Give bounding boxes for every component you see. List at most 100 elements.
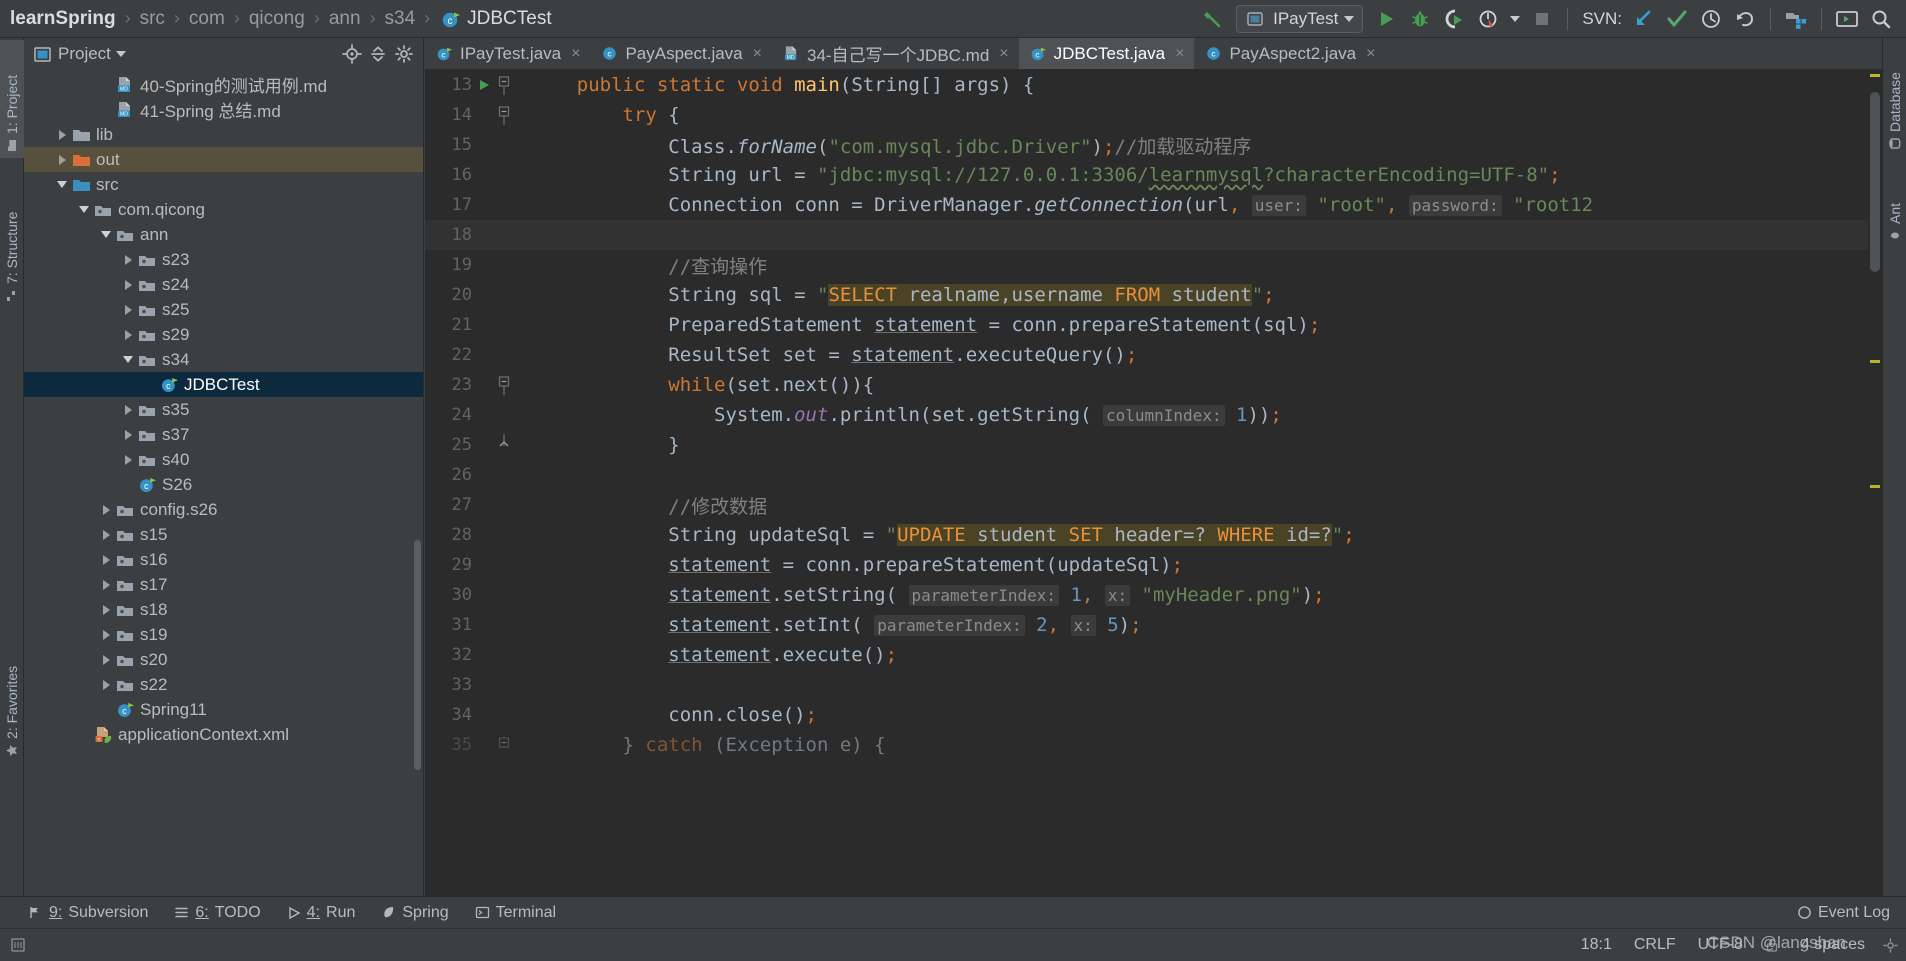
code-line[interactable]: 14 try {	[425, 100, 1882, 130]
gutter[interactable]: 16	[425, 160, 520, 190]
tree-node-com-qicong[interactable]: com.qicong	[24, 197, 423, 222]
code-line[interactable]: 26	[425, 460, 1882, 490]
code-line[interactable]: 33	[425, 670, 1882, 700]
chevron-right-icon[interactable]	[120, 272, 136, 297]
gutter[interactable]: 21	[425, 310, 520, 340]
svn-rollback-icon[interactable]	[1730, 4, 1760, 34]
code-line[interactable]: 19 //查询操作	[425, 250, 1882, 280]
gutter[interactable]: 23	[425, 370, 520, 400]
gutter[interactable]: 25	[425, 430, 520, 460]
chevron-right-icon[interactable]	[98, 597, 114, 622]
bottom-tool-event-log[interactable]: Event Log	[1797, 904, 1890, 922]
gutter[interactable]: 14	[425, 100, 520, 130]
analysis-marker-warning[interactable]	[1870, 360, 1880, 363]
terminal-icon[interactable]	[1832, 4, 1862, 34]
breadcrumb-item-project[interactable]: learnSpring	[8, 8, 118, 30]
tree-node-s16[interactable]: s16	[24, 547, 423, 572]
chevron-right-icon[interactable]	[120, 322, 136, 347]
tree-node-s19[interactable]: s19	[24, 622, 423, 647]
code-line[interactable]: 29 statement = conn.prepareStatement(upd…	[425, 550, 1882, 580]
tree-node-jdbctest[interactable]: c JDBCTest	[24, 372, 423, 397]
tab-jdbc-md[interactable]: MD 34-自己写一个JDBC.md ×	[772, 38, 1019, 69]
tree-node-s22[interactable]: s22	[24, 672, 423, 697]
gutter[interactable]: 24	[425, 400, 520, 430]
tree-node-src[interactable]: src	[24, 172, 423, 197]
gutter[interactable]: 32	[425, 640, 520, 670]
chevron-right-icon[interactable]	[120, 247, 136, 272]
code-editor[interactable]: 13 public static void main(String[] args…	[425, 70, 1882, 928]
close-icon[interactable]: ×	[999, 45, 1008, 63]
locate-file-icon[interactable]	[339, 41, 365, 67]
scrollbar-thumb[interactable]	[1870, 92, 1880, 272]
tree-node-41-spring-md[interactable]: MD 41-Spring 总结.md	[24, 97, 423, 122]
gutter[interactable]: 17	[425, 190, 520, 220]
fold-minus-icon[interactable]	[496, 74, 512, 96]
close-icon[interactable]: ×	[753, 45, 762, 63]
chevron-right-icon[interactable]	[120, 422, 136, 447]
tab-jdbctest-java[interactable]: c JDBCTest.java ×	[1018, 38, 1195, 69]
sidebar-item-structure[interactable]: 7: Structure	[0, 178, 24, 308]
chevron-right-icon[interactable]	[120, 297, 136, 322]
breadcrumb-item-ann[interactable]: ann	[327, 8, 363, 30]
tree-node-s40[interactable]: s40	[24, 447, 423, 472]
chevron-down-icon[interactable]	[98, 222, 114, 247]
analysis-marker-warning[interactable]	[1870, 485, 1880, 488]
chevron-right-icon[interactable]	[98, 647, 114, 672]
code-line[interactable]: 30 statement.setString( parameterIndex: …	[425, 580, 1882, 610]
close-icon[interactable]: ×	[571, 45, 580, 63]
line-separator[interactable]: CRLF	[1634, 936, 1676, 954]
gutter[interactable]: 35	[425, 730, 520, 760]
fold-minus-icon[interactable]	[496, 737, 512, 753]
collapse-all-icon[interactable]	[365, 41, 391, 67]
bottom-tool-run[interactable]: 4: Run	[287, 904, 355, 922]
sidebar-item-ant[interactable]: Ant	[1883, 176, 1906, 248]
gutter[interactable]: 18	[425, 220, 520, 250]
svn-commit-icon[interactable]	[1662, 4, 1692, 34]
run-gutter-icon[interactable]	[472, 78, 496, 92]
fold-end-icon[interactable]	[496, 434, 512, 456]
tree-node-s23[interactable]: s23	[24, 247, 423, 272]
tree-node-s20[interactable]: s20	[24, 647, 423, 672]
sidebar-item-favorites[interactable]: 2: Favorites	[0, 628, 24, 763]
code-line[interactable]: 27 //修改数据	[425, 490, 1882, 520]
chevron-right-icon[interactable]	[120, 397, 136, 422]
sidebar-item-database[interactable]: Database	[1883, 46, 1906, 156]
gutter[interactable]: 20	[425, 280, 520, 310]
code-line[interactable]: 35 } catch (Exception e) {	[425, 730, 1882, 760]
gutter[interactable]: 22	[425, 340, 520, 370]
gutter[interactable]: 31	[425, 610, 520, 640]
file-encoding[interactable]: UTF-8	[1698, 936, 1743, 954]
run-configuration-selector[interactable]: IPayTest	[1236, 4, 1364, 33]
chevron-right-icon[interactable]	[54, 122, 70, 147]
run-with-coverage-icon[interactable]	[1439, 4, 1469, 34]
gutter[interactable]: 27	[425, 490, 520, 520]
gutter[interactable]: 29	[425, 550, 520, 580]
settings-gear-icon[interactable]	[391, 41, 417, 67]
bottom-tool-spring[interactable]: Spring	[381, 904, 449, 922]
gutter[interactable]: 30	[425, 580, 520, 610]
chevron-down-icon[interactable]	[120, 347, 136, 372]
code-line[interactable]: 23 while(set.next()){	[425, 370, 1882, 400]
debug-icon[interactable]	[1405, 4, 1435, 34]
chevron-down-icon[interactable]	[54, 172, 70, 197]
chevron-right-icon[interactable]	[98, 572, 114, 597]
tree-node-applicationcontext-xml[interactable]: < applicationContext.xml	[24, 722, 423, 747]
gutter[interactable]: 13	[425, 70, 520, 100]
tree-node-lib[interactable]: lib	[24, 122, 423, 147]
sidebar-item-project[interactable]: 1: Project	[0, 40, 24, 158]
code-line[interactable]: 22 ResultSet set = statement.executeQuer…	[425, 340, 1882, 370]
chevron-right-icon[interactable]	[98, 497, 114, 522]
tree-node-s26[interactable]: c S26	[24, 472, 423, 497]
hammer-icon[interactable]	[1198, 4, 1228, 34]
chevron-down-icon[interactable]	[111, 41, 131, 67]
tree-node-40-spring-md[interactable]: MD 40-Spring的测试用例.md	[24, 72, 423, 97]
run-icon[interactable]	[1371, 4, 1401, 34]
fold-minus-icon[interactable]	[496, 104, 512, 126]
code-line[interactable]: 24 System.out.println(set.getString( col…	[425, 400, 1882, 430]
indent-setting[interactable]: 4 spaces	[1801, 936, 1865, 954]
tree-node-spring11[interactable]: c Spring11	[24, 697, 423, 722]
tree-node-s18[interactable]: s18	[24, 597, 423, 622]
breadcrumb-item-com[interactable]: com	[187, 8, 227, 30]
chevron-right-icon[interactable]	[98, 622, 114, 647]
editor-vertical-scrollbar[interactable]	[1868, 70, 1882, 928]
